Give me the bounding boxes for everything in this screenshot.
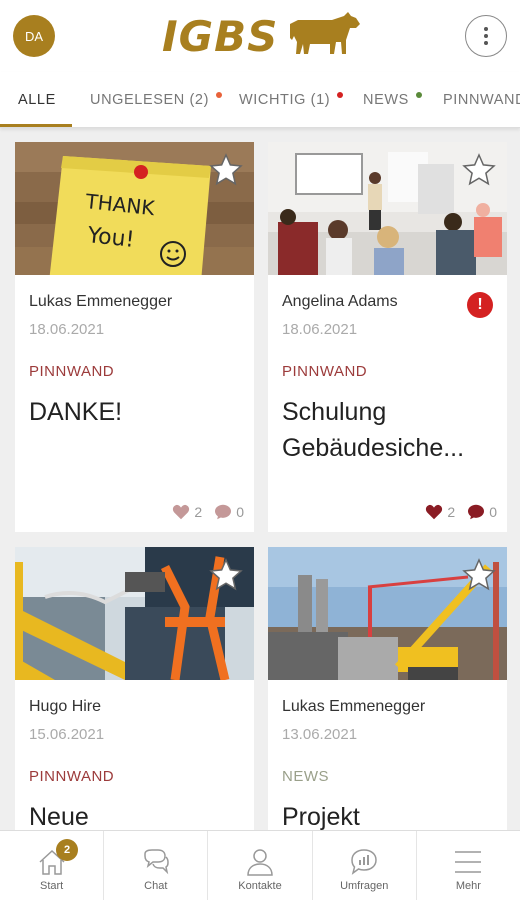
tab-label: WICHTIG (1): [239, 92, 331, 108]
nav-label: Start: [39, 880, 64, 892]
news-dot-icon: [415, 92, 422, 98]
nav-label: Umfragen: [340, 880, 389, 892]
post-card[interactable]: Lukas Emmenegger 13.06.2021 NEWS Projekt: [268, 547, 507, 837]
comment-icon[interactable]: [467, 504, 485, 520]
important-alert-icon: !: [467, 292, 493, 318]
favorite-star-icon[interactable]: [208, 152, 244, 188]
nav-kontakte[interactable]: Kontakte: [208, 831, 313, 900]
post-date: 15.06.2021: [29, 726, 105, 743]
sticky-note-text: You!: [85, 223, 135, 253]
nav-mehr[interactable]: Mehr: [417, 831, 520, 900]
nav-start[interactable]: 2 Start: [0, 831, 105, 900]
menu-icon: [455, 851, 482, 873]
unread-dot-icon: [216, 92, 222, 98]
favorite-star-icon[interactable]: [461, 152, 497, 188]
tab-label: NEWS: [363, 92, 409, 108]
post-date: 18.06.2021: [282, 321, 358, 338]
tab-wichtig[interactable]: WICHTIG (1): [239, 72, 344, 127]
favorite-star-icon[interactable]: [208, 557, 244, 593]
post-stats: 2 0: [425, 504, 497, 520]
heart-icon[interactable]: [425, 504, 443, 520]
post-stats: 2 0: [172, 504, 244, 520]
notification-badge: 2: [56, 839, 78, 861]
post-author: Lukas Emmenegger: [282, 698, 426, 715]
nav-umfragen[interactable]: Umfragen: [313, 831, 417, 900]
post-card[interactable]: Angelina Adams ! 18.06.2021 PINNWAND Sch…: [268, 142, 507, 532]
tab-pinnwand[interactable]: PINNWAND: [443, 72, 520, 127]
app-root: DA IGBS ALLE UNGELESEN (2) WICHTIG (1) N…: [0, 0, 520, 900]
nav-label: Chat: [144, 880, 168, 892]
post-category: PINNWAND: [29, 363, 115, 380]
tab-alle[interactable]: ALLE: [18, 72, 56, 127]
tab-label: ALLE: [18, 92, 56, 108]
cow-icon: [290, 12, 360, 54]
post-title-line: DANKE!: [29, 398, 123, 426]
post-author: Lukas Emmenegger: [29, 293, 173, 310]
tab-label: UNGELESEN (2): [90, 92, 209, 108]
active-tab-indicator: [0, 124, 72, 127]
comment-icon[interactable]: [214, 504, 232, 520]
post-category: PINNWAND: [282, 363, 368, 380]
nav-label: Kontakte: [238, 880, 282, 892]
post-category: NEWS: [282, 768, 329, 785]
more-dot-icon: [484, 41, 488, 45]
tab-news[interactable]: NEWS: [363, 72, 422, 127]
chat-icon: [144, 849, 169, 875]
poll-icon: [351, 849, 377, 875]
post-title: Schulung Gebäudesiche...: [282, 394, 497, 466]
company-logo: IGBS: [162, 8, 362, 61]
filter-tabs: ALLE UNGELESEN (2) WICHTIG (1) NEWS PINN…: [0, 72, 520, 128]
post-date: 18.06.2021: [29, 321, 105, 338]
post-title-line: Schulung: [282, 398, 387, 426]
nav-label: Mehr: [455, 880, 481, 892]
bottom-navigation: 2 Start Chat Kontakte Umfragen Mehr: [0, 830, 520, 900]
post-card[interactable]: THANK You! Lukas Emmenegger 18.06.2021 P…: [15, 142, 254, 532]
more-dot-icon: [484, 27, 488, 31]
post-author: Hugo Hire: [29, 698, 102, 715]
tab-ungelesen[interactable]: UNGELESEN (2): [90, 72, 222, 127]
nav-chat[interactable]: Chat: [104, 831, 209, 900]
important-dot-icon: [337, 92, 344, 98]
tab-label: PINNWAND: [443, 92, 520, 108]
person-icon: [247, 849, 273, 876]
user-avatar[interactable]: DA: [13, 15, 55, 57]
post-date: 13.06.2021: [282, 726, 358, 743]
post-title-line: Gebäudesiche...: [282, 434, 465, 462]
more-options-button[interactable]: [465, 15, 507, 57]
comment-count: 0: [236, 504, 244, 520]
favorite-star-icon[interactable]: [461, 557, 497, 593]
logo-text: IGBS: [162, 12, 279, 61]
post-author: Angelina Adams: [282, 293, 398, 310]
comment-count: 0: [489, 504, 497, 520]
like-count: 2: [194, 504, 203, 520]
heart-icon[interactable]: [172, 504, 190, 520]
top-header: DA IGBS: [0, 0, 520, 72]
post-title: DANKE!: [29, 394, 244, 430]
more-dot-icon: [484, 34, 488, 38]
like-count: 2: [447, 504, 456, 520]
post-card[interactable]: Hugo Hire 15.06.2021 PINNWAND Neue: [15, 547, 254, 837]
post-category: PINNWAND: [29, 768, 115, 785]
